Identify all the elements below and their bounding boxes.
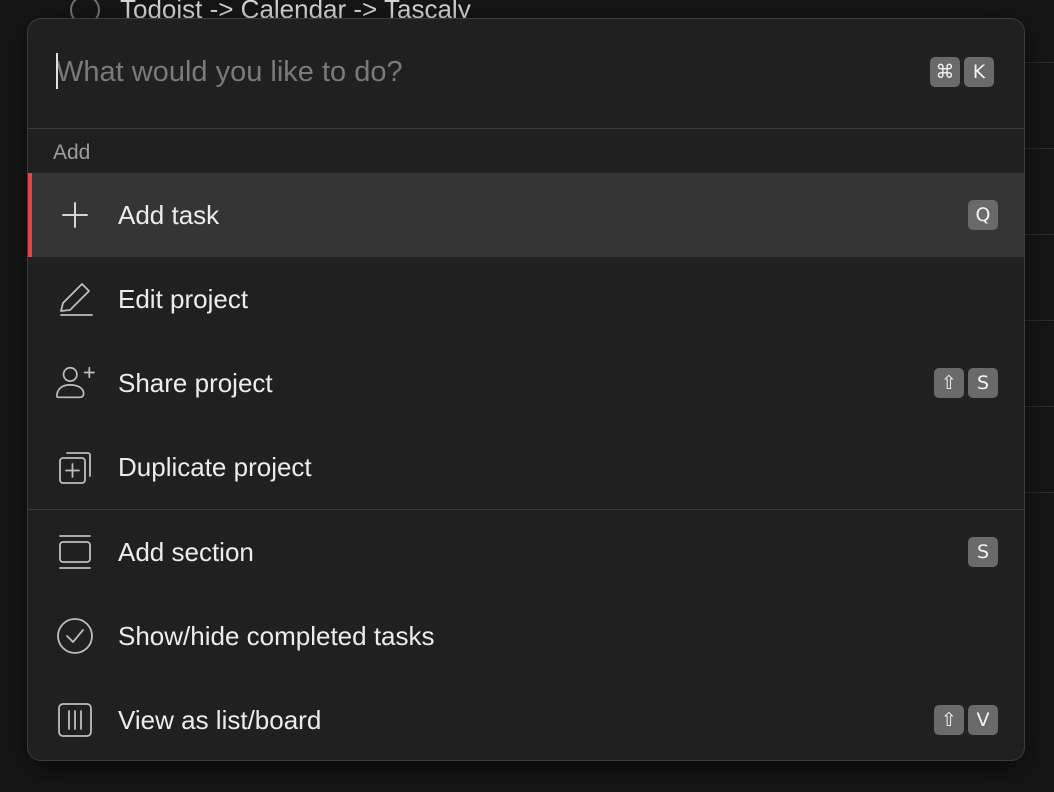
background-divider	[1024, 492, 1054, 493]
background-divider	[1024, 406, 1054, 407]
pencil-icon	[54, 278, 96, 320]
command-label: Edit project	[118, 283, 249, 314]
k-key: K	[964, 57, 994, 87]
s-key: S	[968, 368, 998, 398]
q-key: Q	[968, 200, 998, 230]
check-circle-icon	[54, 615, 96, 657]
shift-key: ⇧	[934, 368, 964, 398]
command-share-project[interactable]: Share project ⇧ S	[28, 341, 1024, 425]
command-add-task[interactable]: Add task Q	[28, 173, 1024, 257]
command-search-input[interactable]	[56, 51, 896, 93]
search-bar: ⌘ K	[28, 19, 1024, 129]
section-icon	[54, 531, 96, 573]
command-label: Show/hide completed tasks	[118, 620, 435, 651]
background-divider	[1024, 320, 1054, 321]
command-add-section[interactable]: Add section S	[28, 510, 1024, 594]
duplicate-icon	[54, 446, 96, 488]
command-toggle-completed[interactable]: Show/hide completed tasks	[28, 594, 1024, 678]
command-key: ⌘	[930, 57, 960, 87]
command-label: View as list/board	[118, 704, 322, 735]
v-key: V	[968, 705, 998, 735]
command-palette: ⌘ K Add Add task Q Edit project	[27, 18, 1025, 761]
add-section-shortcut: S	[968, 537, 998, 567]
share-project-shortcut: ⇧ S	[934, 368, 998, 398]
view-shortcut: ⇧ V	[934, 705, 998, 735]
command-duplicate-project[interactable]: Duplicate project	[28, 425, 1024, 509]
background-divider	[1024, 62, 1054, 63]
command-label: Add section	[118, 536, 254, 567]
background-divider	[1024, 148, 1054, 149]
section-label-add: Add	[53, 141, 91, 164]
plus-icon	[54, 194, 96, 236]
search-shortcut: ⌘ K	[930, 57, 994, 87]
background-divider	[1024, 234, 1054, 235]
text-caret	[56, 53, 58, 89]
command-label: Share project	[118, 367, 273, 398]
command-label: Duplicate project	[118, 451, 312, 482]
add-person-icon	[54, 362, 96, 404]
s-key: S	[968, 537, 998, 567]
shift-key: ⇧	[934, 705, 964, 735]
command-label: Add task	[118, 199, 220, 230]
board-icon	[54, 699, 96, 741]
add-task-shortcut: Q	[968, 200, 998, 230]
command-edit-project[interactable]: Edit project	[28, 257, 1024, 341]
command-view-list-board[interactable]: View as list/board ⇧ V	[28, 678, 1024, 760]
